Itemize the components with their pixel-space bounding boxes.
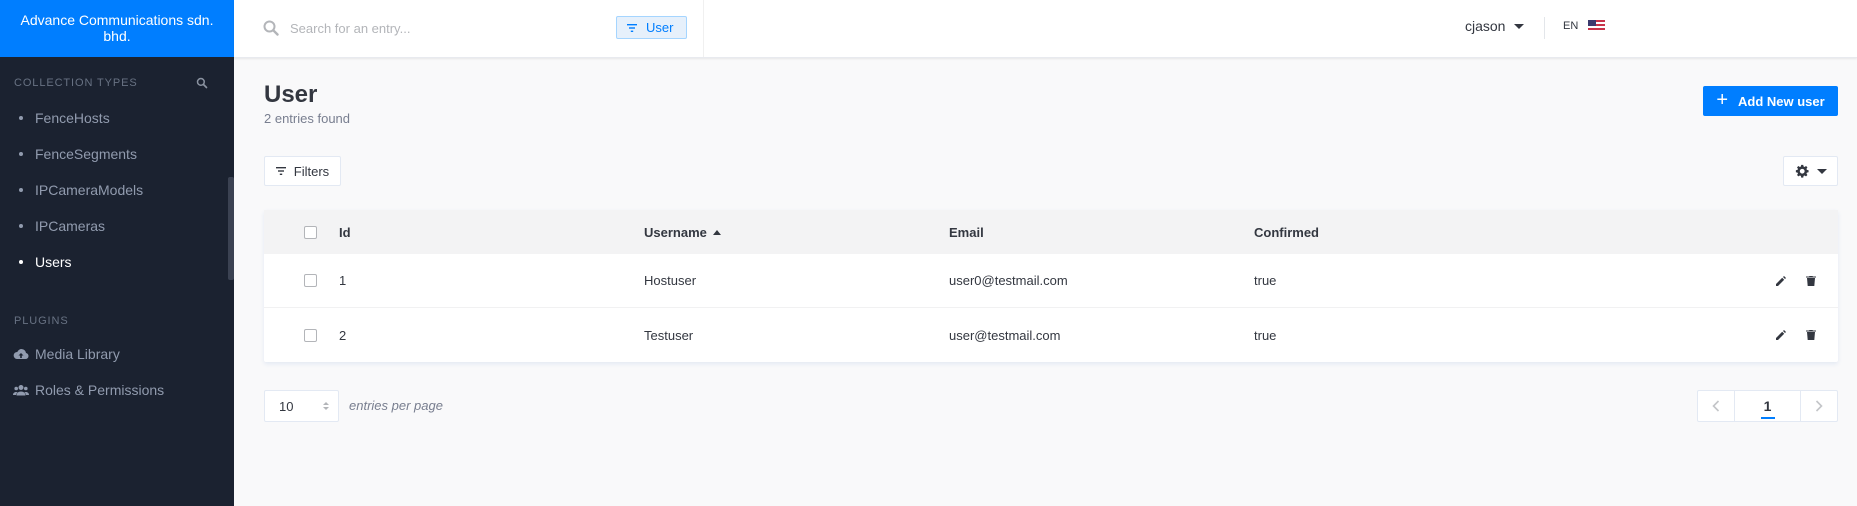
column-header-confirmed[interactable]: Confirmed [1254,225,1319,240]
column-header-email[interactable]: Email [949,225,984,240]
entries-per-page-select[interactable]: 10 [264,390,339,422]
bullet-icon [19,224,23,228]
bullet-icon [19,152,23,156]
pencil-icon[interactable] [1775,275,1787,287]
gear-icon [1795,164,1809,178]
sidebar-item-label: FenceSegments [35,146,137,162]
sidebar-item-label: IPCameras [35,218,106,234]
sidebar-item-label: Roles & Permissions [35,382,165,398]
filter-icon [275,167,286,175]
column-header-id[interactable]: Id [339,225,351,240]
language-switcher[interactable]: EN [1563,20,1606,32]
column-header-label: Username [644,224,707,240]
sidebar: Advance Communications sdn. bhd. COLLECT… [0,0,234,506]
filters-button[interactable]: Filters [264,156,341,186]
plugins-title: PLUGINS [14,315,69,327]
cell-id: 2 [339,327,347,343]
users-icon [13,385,29,396]
top-header: User cjason EN [234,0,1857,58]
plugins-header: PLUGINS [0,311,234,331]
sidebar-item-label: IPCameraModels [35,182,144,198]
plus-icon: + [1716,89,1728,111]
sort-ascending-icon [712,229,721,235]
header-divider [1544,17,1545,39]
collection-types-list: FenceHosts FenceSegments IPCameraModels … [0,100,234,280]
sidebar-item-ipcameras[interactable]: IPCameras [0,208,234,244]
previous-page-button[interactable] [1698,391,1734,421]
chevron-down-icon [1816,168,1827,174]
search-input[interactable] [290,17,590,39]
search-icon[interactable] [196,77,208,89]
bullet-icon [19,116,23,120]
sidebar-item-roles-permissions[interactable]: Roles & Permissions [0,372,234,408]
per-page-value: 10 [279,398,294,414]
trash-icon[interactable] [1805,329,1817,341]
brand-logo[interactable]: Advance Communications sdn. bhd. [0,0,234,57]
trash-icon[interactable] [1805,275,1817,287]
sidebar-item-fencehosts[interactable]: FenceHosts [0,100,234,136]
display-settings-button[interactable] [1783,156,1838,186]
user-menu[interactable]: cjason [1465,18,1525,34]
filters-label: Filters [293,163,330,179]
sidebar-scrollbar[interactable] [228,177,234,280]
sidebar-item-media-library[interactable]: Media Library [0,336,234,372]
username: cjason [1465,18,1506,34]
select-arrows-icon [323,402,329,410]
add-new-user-button[interactable]: + Add New user [1703,86,1838,116]
cell-confirmed: true [1254,273,1277,288]
add-button-label: Add New user [1738,93,1825,109]
filter-icon [627,23,637,32]
page-title: User [264,81,318,108]
plugins-list: Media Library Roles & Permissions [0,336,234,408]
sidebar-item-ipcameramodels[interactable]: IPCameraModels [0,172,234,208]
next-page-button[interactable] [1801,391,1837,421]
chevron-right-icon [1815,400,1823,412]
search-bar: User [234,0,704,57]
sidebar-item-label: Users [35,254,72,270]
row-actions [1775,329,1817,341]
sidebar-item-fencesegments[interactable]: FenceSegments [0,136,234,172]
search-tag-label: User [646,20,674,35]
table-row[interactable]: 1 Hostuser user0@testmail.com true [264,254,1838,308]
row-actions [1775,275,1817,287]
per-page-label: entries per page [349,398,443,413]
bullet-icon [19,188,23,192]
select-all-checkbox[interactable] [304,225,317,239]
search-icon [263,20,279,36]
collection-types-header: COLLECTION TYPES [0,73,234,93]
entries-count: 2 entries found [264,111,351,126]
table-header: Id Username Email Confirmed [264,210,1838,254]
cell-username: Testuser [644,327,694,343]
pagination: 1 [1697,390,1838,422]
language-code: EN [1563,20,1579,32]
row-checkbox[interactable] [304,328,317,342]
cell-username: Hostuser [644,273,697,288]
cloud-upload-icon [13,349,29,360]
users-table: Id Username Email Confirmed 1 Hostuser u… [264,210,1838,362]
page-number-current[interactable]: 1 [1735,391,1800,421]
column-header-username[interactable]: Username [644,225,721,240]
cell-email: user@testmail.com [949,327,1061,343]
cell-confirmed: true [1254,327,1277,343]
bullet-icon [19,260,23,264]
cell-email: user0@testmail.com [949,273,1068,288]
table-row[interactable]: 2 Testuser user@testmail.com true [264,308,1838,362]
sidebar-item-users[interactable]: Users [0,244,234,280]
us-flag-icon [1588,20,1606,32]
pencil-icon[interactable] [1775,329,1787,341]
chevron-left-icon [1712,400,1720,412]
row-checkbox[interactable] [304,274,317,287]
sidebar-item-label: Media Library [35,346,120,362]
cell-id: 1 [339,273,347,288]
sidebar-item-label: FenceHosts [35,110,110,126]
search-filter-tag[interactable]: User [616,16,688,39]
collection-types-title: COLLECTION TYPES [14,77,138,89]
chevron-down-icon [1514,23,1525,29]
